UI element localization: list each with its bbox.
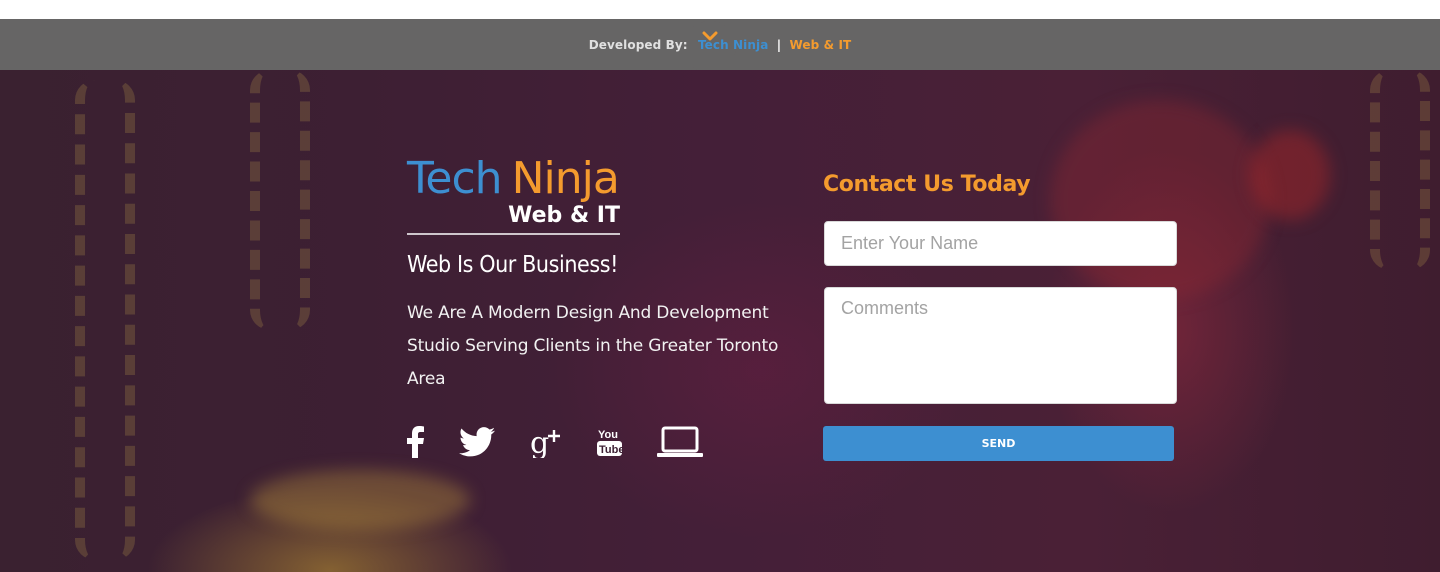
tagline: Web Is Our Business!	[407, 252, 619, 278]
background-glow	[250, 470, 470, 530]
facebook-link[interactable]	[405, 426, 425, 458]
brand-word-ninja: Ninja	[511, 153, 620, 204]
company-description: We Are A Modern Design And Development S…	[407, 303, 779, 389]
google-plus-link[interactable]: g	[529, 426, 563, 458]
twitter-link[interactable]	[459, 427, 495, 457]
brand-subtitle: Web & IT	[407, 203, 620, 235]
facebook-icon	[407, 426, 424, 458]
background-chain-mid	[250, 70, 310, 330]
social-links: g You Tube	[405, 426, 737, 458]
youtube-link[interactable]: You Tube	[597, 427, 623, 457]
background-red-shape	[1050, 100, 1270, 300]
developer-link-tech-ninja[interactable]: Tech Ninja	[698, 38, 768, 52]
credits-separator: |	[776, 37, 782, 52]
developer-credit-bar: Developed By: Tech Ninja | Web & IT	[0, 19, 1440, 73]
svg-text:You: You	[598, 429, 618, 441]
footer-section: Tech Ninja Web & IT Web Is Our Business! …	[0, 70, 1440, 572]
send-button[interactable]: SEND	[823, 426, 1174, 461]
brand-wordmark: Tech Ninja	[407, 155, 620, 203]
background-chain-left	[75, 80, 135, 560]
background-chain-right	[1370, 70, 1430, 270]
svg-text:g: g	[530, 426, 549, 458]
developer-credits: Developed By: Tech Ninja | Web & IT	[589, 38, 852, 52]
developed-by-label: Developed By:	[588, 37, 688, 52]
contact-title: Contact Us Today	[823, 172, 1031, 197]
brand-logo[interactable]: Tech Ninja Web & IT	[407, 155, 620, 235]
brand-word-tech: Tech	[407, 153, 503, 204]
twitter-icon	[459, 427, 495, 457]
google-plus-icon: g	[530, 426, 560, 458]
name-input[interactable]	[824, 221, 1177, 266]
youtube-icon: You Tube	[597, 429, 623, 456]
laptop-link[interactable]	[657, 426, 703, 458]
comments-input[interactable]	[824, 287, 1177, 404]
developer-link-web-it[interactable]: Web & IT	[789, 38, 851, 52]
background-red-box	[1250, 130, 1330, 220]
laptop-icon	[657, 426, 703, 457]
svg-text:Tube: Tube	[599, 444, 623, 456]
